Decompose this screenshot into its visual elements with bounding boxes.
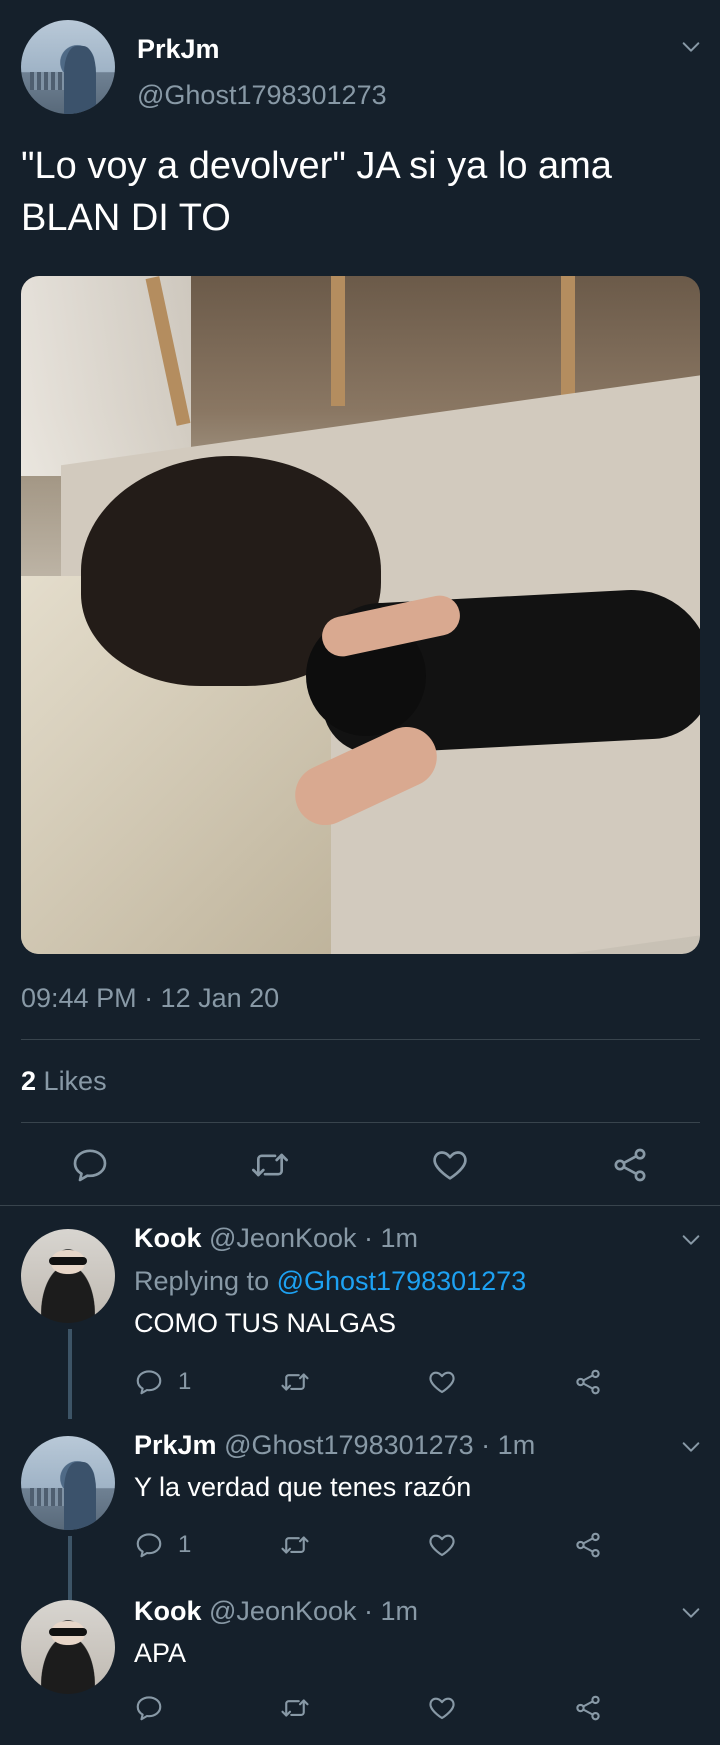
reply-button[interactable]: 1 (134, 1528, 191, 1562)
reply-text: COMO TUS NALGAS (134, 1308, 397, 1338)
heart-icon[interactable] (427, 1528, 457, 1562)
divider (21, 1039, 700, 1040)
retweet-icon[interactable] (250, 1145, 290, 1185)
replying-to: Replying to @Ghost1798301273 (134, 1266, 526, 1297)
likes-label: Likes (43, 1066, 107, 1096)
divider (21, 1122, 700, 1123)
reply-handle-time[interactable]: @JeonKook · 1m (209, 1596, 418, 1626)
reply-button[interactable]: 1 (134, 1365, 191, 1399)
main-tweet: PrkJm @Ghost1798301273 "Lo voy a devolve… (0, 0, 720, 1205)
author-handle[interactable]: @Ghost1798301273 (137, 80, 387, 111)
reply-icon (136, 1533, 162, 1558)
reply-author-name[interactable]: Kook (134, 1223, 202, 1253)
reply-tweet[interactable]: Kook @JeonKook · 1m Replying to @Ghost17… (0, 1205, 720, 1419)
replying-prefix: Replying to (134, 1266, 270, 1296)
heart-icon[interactable] (430, 1145, 470, 1185)
heart-icon[interactable] (427, 1365, 457, 1399)
reply-avatar[interactable] (21, 1600, 115, 1694)
reply-author-name[interactable]: Kook (134, 1596, 202, 1626)
chevron-down-icon[interactable] (680, 1436, 700, 1452)
reply-icon (136, 1370, 162, 1395)
share-icon[interactable] (573, 1365, 603, 1399)
thread-line (68, 1329, 72, 1419)
reply-tweet[interactable]: PrkJm @Ghost1798301273 · 1m Y la verdad … (0, 1412, 720, 1600)
tweet-actions (0, 1140, 720, 1190)
reply-count: 1 (178, 1368, 192, 1395)
chevron-down-icon[interactable] (680, 1602, 700, 1618)
reply-header: Kook @JeonKook · 1m (134, 1596, 418, 1627)
tweet-timestamp: 09:44 PM · 12 Jan 20 (21, 983, 280, 1013)
heart-icon[interactable] (427, 1691, 457, 1725)
chevron-down-icon[interactable] (680, 36, 700, 52)
reply-avatar[interactable] (21, 1229, 115, 1323)
share-icon[interactable] (573, 1528, 603, 1562)
tweet-text: "Lo voy a devolver" JA si ya lo ama BLAN… (21, 140, 701, 244)
retweet-icon[interactable] (280, 1528, 310, 1562)
reply-handle-time[interactable]: @Ghost1798301273 · 1m (224, 1430, 535, 1460)
likes-number: 2 (21, 1066, 37, 1096)
author-name[interactable]: PrkJm (137, 34, 220, 65)
share-icon[interactable] (573, 1691, 603, 1725)
likes-count[interactable]: 2 Likes (21, 1066, 107, 1097)
reply-count: 1 (178, 1531, 192, 1558)
chevron-down-icon[interactable] (680, 1229, 700, 1245)
share-icon[interactable] (610, 1145, 650, 1185)
reply-icon[interactable] (70, 1145, 110, 1185)
reply-author-name[interactable]: PrkJm (134, 1430, 217, 1460)
reply-tweet[interactable]: Kook @JeonKook · 1m APA (0, 1596, 720, 1745)
reply-handle-time[interactable]: @JeonKook · 1m (209, 1223, 418, 1253)
replying-mention[interactable]: @Ghost1798301273 (277, 1266, 527, 1296)
author-avatar[interactable] (21, 20, 115, 114)
reply-icon[interactable] (134, 1691, 164, 1725)
tweet-photo[interactable] (21, 276, 700, 954)
retweet-icon[interactable] (280, 1365, 310, 1399)
reply-text: APA (134, 1638, 187, 1668)
reply-header: PrkJm @Ghost1798301273 · 1m (134, 1430, 535, 1461)
reply-header: Kook @JeonKook · 1m (134, 1223, 418, 1254)
thread-line (68, 1536, 72, 1600)
retweet-icon[interactable] (280, 1691, 310, 1725)
reply-avatar[interactable] (21, 1436, 115, 1530)
tweet-text-line: "Lo voy a devolver" JA si ya lo ama (21, 145, 612, 187)
reply-text: Y la verdad que tenes razón (134, 1472, 472, 1502)
tweet-text-line: BLAN DI TO (21, 197, 231, 239)
